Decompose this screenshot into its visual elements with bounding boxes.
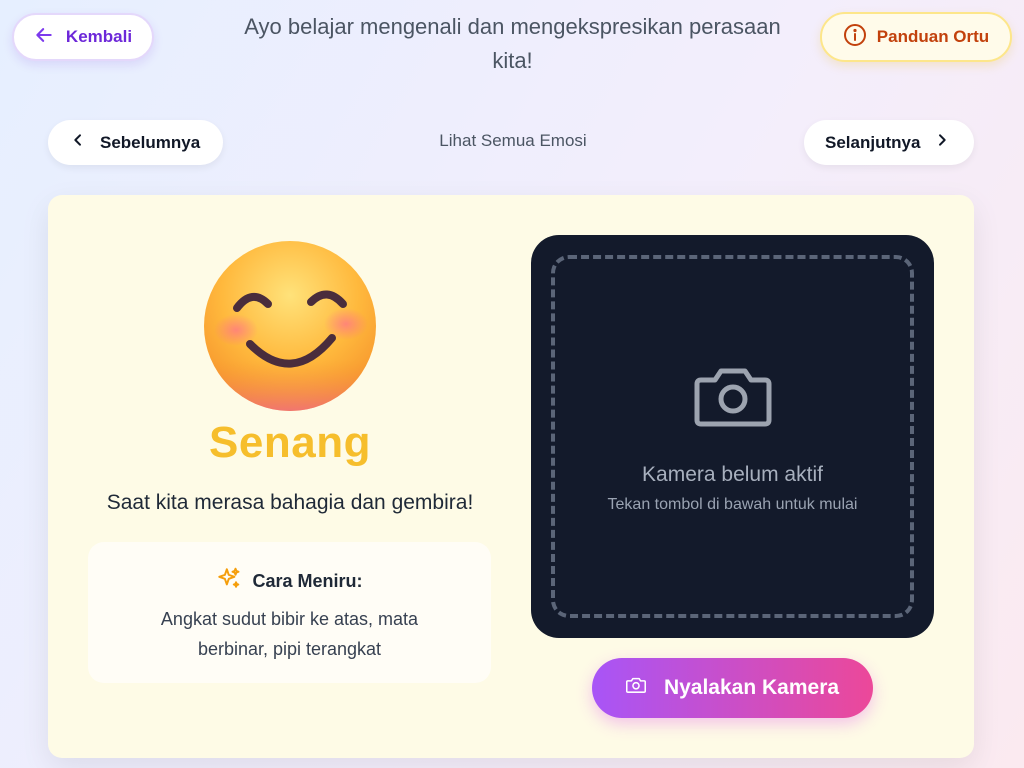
parent-guide-button[interactable]: Panduan Ortu [820,12,1012,62]
camera-hint: Tekan tombol di bawah untuk mulai [607,496,858,513]
sparkles-icon [216,566,242,597]
arrow-left-icon [34,25,54,50]
back-button[interactable]: Kembali [12,13,154,61]
page-subtitle: Ayo belajar mengenali dan mengekspresika… [244,14,781,73]
chevron-left-icon [70,132,86,153]
camera-small-icon [625,676,646,700]
turn-on-camera-label: Nyalakan Kamera [663,676,840,699]
smiling-face-emoji-icon [200,238,380,414]
parent-guide-label: Panduan Ortu [876,27,990,46]
how-to-imitate-text: Angkat sudut bibir ke atas, mata berbina… [160,609,419,659]
how-to-imitate-box: Cara Meniru: Angkat sudut bibir ke atas,… [88,542,491,683]
how-to-imitate-header: Cara Meniru: [88,566,491,597]
emotion-description: Saat kita merasa bahagia dan gembira! [106,491,474,514]
next-emotion-button[interactable]: Selanjutnya [804,120,974,165]
turn-on-camera-button[interactable]: Nyalakan Kamera [592,658,873,718]
back-button-label: Kembali [65,27,133,46]
see-all-emotions-link[interactable]: Lihat Semua Emosi [400,131,626,151]
how-to-imitate-title: Cara Meniru: [252,571,363,591]
camera-icon [694,363,772,434]
next-label: Selanjutnya [825,132,921,152]
chevron-right-icon [934,132,950,153]
previous-label: Sebelumnya [100,132,201,152]
camera-preview: Kamera belum aktif Tekan tombol di bawah… [531,235,934,638]
camera-status: Kamera belum aktif [642,463,823,486]
emotion-title: Senang [209,418,371,467]
camera-placeholder-border [551,255,914,618]
previous-emotion-button[interactable]: Sebelumnya [48,120,223,165]
info-icon [843,23,867,52]
